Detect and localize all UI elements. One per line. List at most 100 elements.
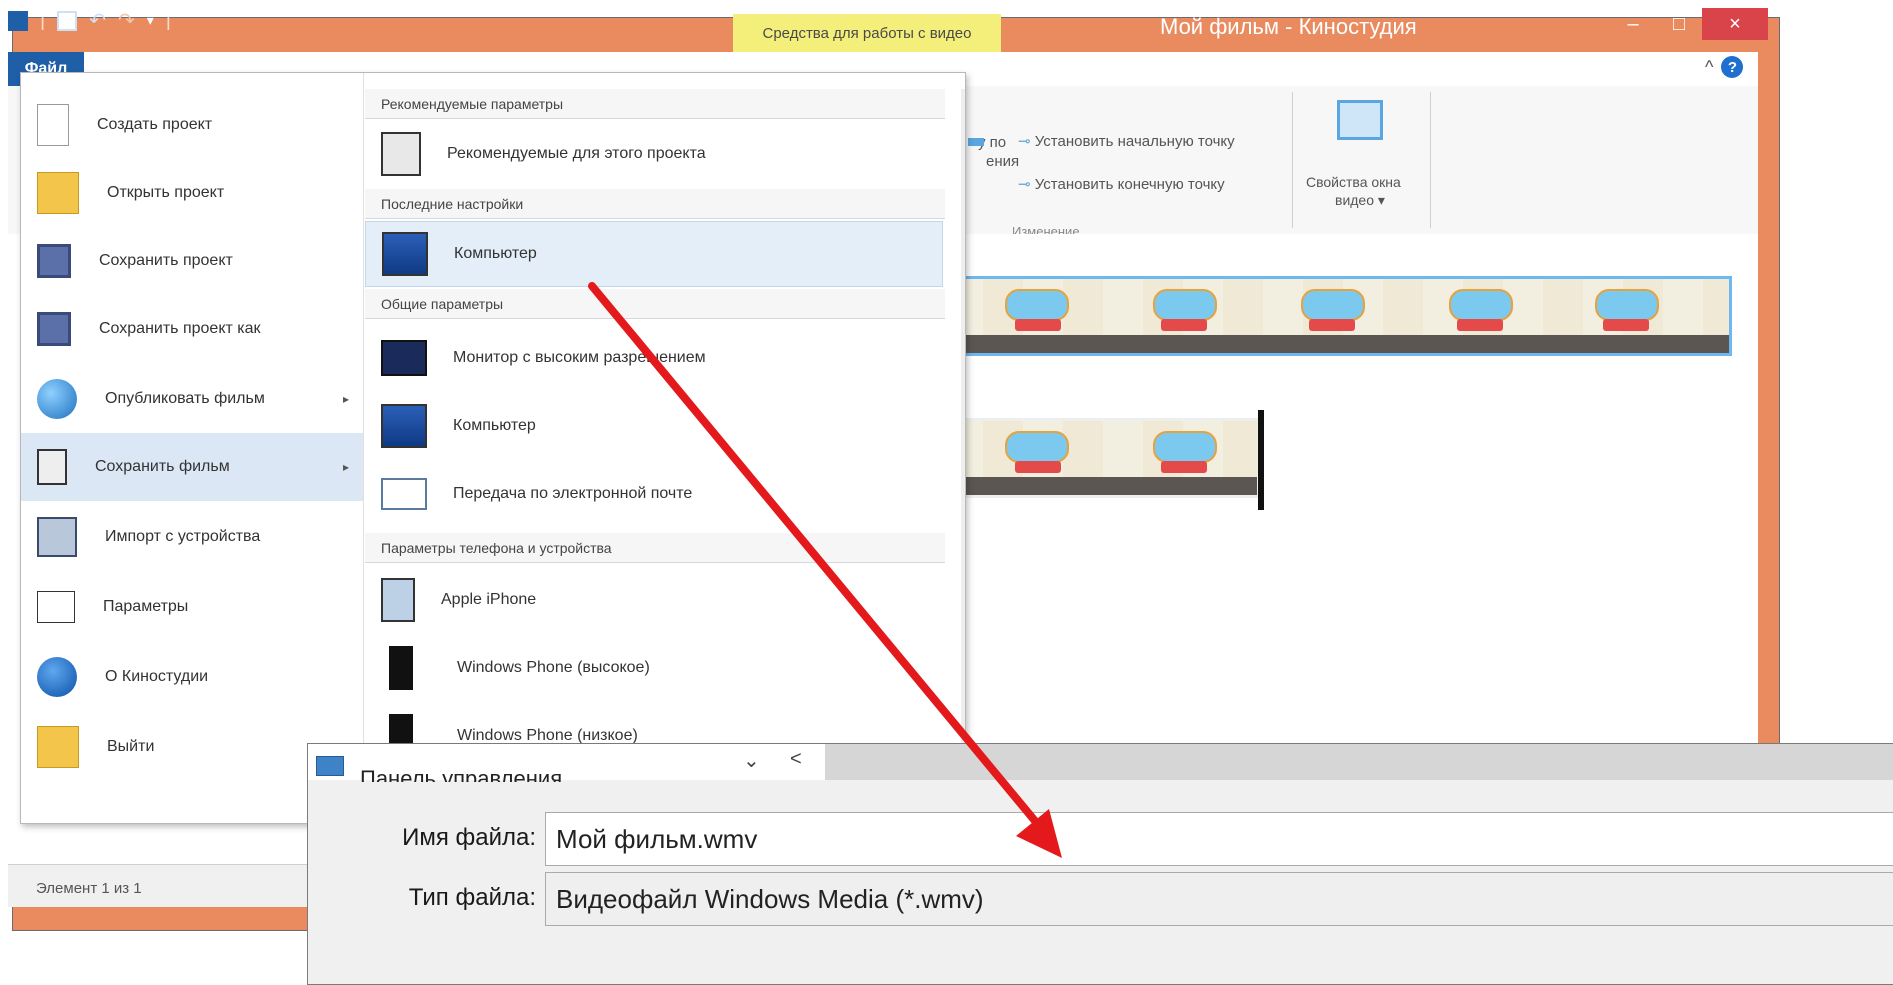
window-controls: – □ ×: [1610, 8, 1768, 40]
section-header-phone: Параметры телефона и устройства: [365, 533, 945, 563]
menu-item-label: Сохранить проект как: [99, 320, 261, 337]
menu-item-new-project[interactable]: Создать проект: [21, 91, 363, 159]
option-computer[interactable]: Компьютер: [365, 393, 943, 459]
email-icon: [381, 478, 427, 510]
playhead-marker[interactable]: [1258, 410, 1264, 510]
option-label: Компьютер: [454, 245, 537, 262]
option-label: Монитор с высоким разрешением: [453, 349, 706, 366]
status-text: Элемент 1 из 1: [36, 880, 142, 897]
divider: |: [165, 9, 171, 31]
menu-item-label: Сохранить проект: [99, 252, 233, 269]
option-iphone[interactable]: Apple iPhone: [365, 567, 943, 633]
filename-input[interactable]: Мой фильм.wmv: [545, 812, 1893, 866]
backstage-left-column: Создать проект Открыть проект Сохранить …: [21, 73, 364, 823]
option-label: Компьютер: [453, 417, 536, 434]
set-start-point-label: Установить начальную точку: [1034, 133, 1235, 150]
backstage-scrollbar[interactable]: [961, 89, 965, 809]
clip-thumb-label: [1161, 319, 1207, 331]
filetype-label: Тип файла:: [408, 884, 536, 911]
video-properties-label-1[interactable]: Свойства окна: [1306, 174, 1401, 190]
menu-item-label: О Киностудии: [105, 668, 209, 685]
set-end-point-label: Установить конечную точку: [1034, 176, 1225, 193]
set-end-point-button[interactable]: ⊸ Установить конечную точку: [1018, 175, 1225, 193]
options-icon: [37, 591, 75, 623]
computer-icon: [382, 232, 428, 276]
video-clip-track-2[interactable]: [940, 418, 1260, 498]
menu-item-save-movie[interactable]: Сохранить фильм ▸: [21, 433, 363, 501]
video-properties-label-2[interactable]: видео ▾: [1335, 192, 1385, 209]
redo-icon[interactable]: ↷: [118, 8, 135, 33]
quick-access-toolbar: | ↶ ↷ ▾ |: [8, 8, 171, 33]
ribbon-partial-label-2: ения: [986, 153, 1020, 170]
clip-thumb-badge: [1301, 289, 1365, 321]
minimize-button[interactable]: –: [1610, 8, 1656, 40]
publish-globe-icon: [37, 379, 77, 419]
option-label: Windows Phone (высокое): [457, 659, 650, 676]
save-icon[interactable]: [57, 10, 78, 31]
exit-icon: [37, 726, 79, 768]
menu-item-save-project[interactable]: Сохранить проект: [21, 227, 363, 295]
option-windows-phone-high[interactable]: Windows Phone (высокое): [365, 635, 943, 701]
window-title: Мой фильм - Киностудия: [1160, 14, 1417, 39]
menu-item-label: Создать проект: [97, 116, 213, 133]
hd-monitor-icon: [381, 340, 427, 376]
option-hd-display[interactable]: Монитор с высоким разрешением: [365, 325, 943, 391]
clip-thumb-label: [1161, 461, 1207, 473]
help-icon[interactable]: ?: [1721, 56, 1744, 78]
contextual-tab-video-tools[interactable]: Средства для работы с видео: [733, 14, 1001, 52]
recommended-settings-icon: [381, 132, 421, 176]
option-recommended-for-project[interactable]: Рекомендуемые для этого проекта: [365, 121, 943, 187]
windows-phone-icon: [389, 646, 413, 690]
nav-back-icon[interactable]: <: [790, 748, 802, 771]
option-label: Передача по электронной почте: [453, 485, 693, 502]
menu-item-label: Параметры: [103, 598, 189, 615]
menu-item-about[interactable]: О Киностудии: [21, 643, 363, 711]
submenu-arrow-icon: ▸: [342, 392, 349, 406]
option-email[interactable]: Передача по электронной почте: [365, 461, 943, 527]
option-recent-computer[interactable]: Компьютер: [365, 221, 943, 287]
menu-item-open-project[interactable]: Открыть проект: [21, 159, 363, 227]
maximize-button[interactable]: □: [1656, 8, 1702, 40]
filename-label: Имя файла:: [402, 824, 536, 851]
ribbon-separator: [1292, 92, 1293, 228]
undo-icon[interactable]: ↶: [89, 8, 106, 33]
video-clip-track-1[interactable]: [940, 276, 1732, 356]
control-panel-icon: [316, 756, 344, 776]
customize-toolbar-icon[interactable]: ▾: [147, 12, 154, 29]
clip-timeline-strip: [943, 477, 1257, 495]
menu-item-label: Сохранить фильм: [95, 458, 230, 475]
about-info-icon: [37, 657, 77, 697]
clip-thumb-badge: [1449, 289, 1513, 321]
iphone-icon: [381, 578, 415, 622]
section-header-recent: Последние настройки: [365, 189, 945, 219]
menu-item-save-project-as[interactable]: Сохранить проект как: [21, 295, 363, 363]
computer-icon: [381, 404, 427, 448]
clip-timeline-strip: [943, 335, 1729, 353]
set-start-point-button[interactable]: ⊸ Установить начальную точку: [1018, 132, 1235, 150]
clip-thumb-label: [1603, 319, 1649, 331]
option-label: Рекомендуемые для этого проекта: [447, 145, 706, 162]
clip-thumb-badge: [1153, 289, 1217, 321]
start-point-icon: ⊸: [1018, 133, 1035, 150]
close-button[interactable]: ×: [1702, 8, 1768, 40]
end-point-icon: ⊸: [1018, 176, 1035, 193]
location-dropdown-icon[interactable]: ⌄: [743, 748, 760, 773]
ribbon-separator: [1430, 92, 1431, 228]
open-project-icon: [37, 172, 79, 214]
video-window-icon: [1337, 100, 1383, 140]
menu-item-label: Открыть проект: [107, 184, 225, 201]
menu-item-import-device[interactable]: Импорт с устройства: [21, 503, 363, 571]
clip-thumb-badge: [1595, 289, 1659, 321]
clip-thumb-label: [1015, 319, 1061, 331]
menu-item-options[interactable]: Параметры: [21, 573, 363, 641]
menu-item-label: Выйти: [107, 738, 155, 755]
dialog-location-title: Панель управления: [360, 766, 563, 782]
filetype-select[interactable]: Видеофайл Windows Media (*.wmv): [545, 872, 1893, 926]
clip-thumb-badge: [1005, 289, 1069, 321]
menu-item-publish-movie[interactable]: Опубликовать фильм ▸: [21, 365, 363, 433]
clip-thumb-badge: [1153, 431, 1217, 463]
trim-icon: [968, 138, 984, 146]
app-icon: [8, 10, 28, 31]
collapse-ribbon-icon[interactable]: ^: [1705, 57, 1713, 78]
save-file-dialog: Панель управления ⌄ < Имя файла: Мой фил…: [307, 743, 1893, 985]
